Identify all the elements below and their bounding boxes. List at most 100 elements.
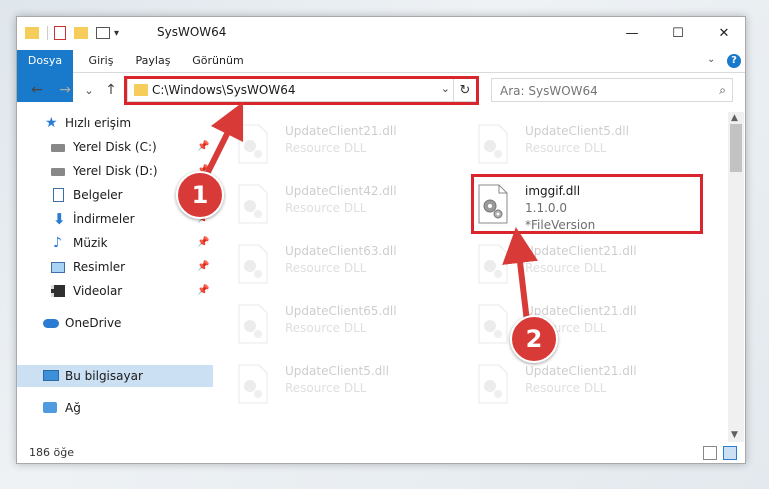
ribbon-tabs: Dosya Giriş Paylaş Görünüm ⌄ ?: [17, 50, 745, 102]
computer-icon: [43, 370, 59, 381]
dll-file-icon: [238, 364, 268, 404]
file-name: UpdateClient42.dll: [285, 184, 397, 198]
sidebar-item-label: Resimler: [73, 260, 126, 274]
folder-icon[interactable]: [25, 27, 39, 39]
customize-dropdown-icon[interactable]: ▾: [114, 28, 119, 39]
star-icon: ★: [45, 115, 58, 131]
sidebar-item-videos[interactable]: Videolar 📌: [17, 280, 213, 302]
dll-file-icon: [238, 124, 268, 164]
list-item[interactable]: UpdateClient21.dll Resource DLL: [457, 238, 687, 290]
file-description: Resource DLL: [285, 201, 367, 215]
file-name: UpdateClient5.dll: [525, 124, 629, 138]
scrollbar-thumb[interactable]: [730, 124, 742, 172]
tab-view[interactable]: Görünüm: [187, 50, 249, 72]
dll-file-icon: [238, 184, 268, 224]
list-item-imggif-dll[interactable]: imggif.dll 1.1.0.0 *FileVersion: [457, 178, 687, 240]
tab-home[interactable]: Giriş: [81, 50, 121, 72]
scroll-down-icon[interactable]: ▼: [731, 430, 738, 440]
file-description: Resource DLL: [525, 381, 607, 395]
file-list: UpdateClient21.dll Resource DLL UpdateCl…: [217, 112, 727, 442]
close-button[interactable]: ✕: [701, 17, 747, 49]
chevron-down-icon[interactable]: ⌄: [441, 82, 450, 95]
pin-icon: 📌: [197, 261, 210, 272]
file-description: Resource DLL: [285, 381, 367, 395]
step-1-badge: 1: [176, 171, 224, 219]
file-version-label: *FileVersion: [525, 218, 596, 232]
sidebar-item-network[interactable]: Ağ: [17, 397, 213, 419]
navigation-pane: ★ Hızlı erişim Yerel Disk (C:) 📌 Yerel D…: [17, 112, 213, 442]
list-item[interactable]: UpdateClient63.dll Resource DLL: [217, 238, 447, 290]
pictures-icon: [51, 262, 65, 273]
dll-file-icon: [238, 244, 268, 284]
new-folder-icon[interactable]: [74, 27, 88, 39]
search-input[interactable]: [498, 82, 702, 100]
back-button[interactable]: ←: [27, 80, 47, 100]
drive-icon: [51, 168, 65, 176]
file-name: UpdateClient63.dll: [285, 244, 397, 258]
drive-icon: [51, 144, 65, 152]
folder-icon: [134, 84, 148, 96]
up-button[interactable]: ↑: [101, 80, 121, 100]
sidebar-item-label: Yerel Disk (C:): [73, 140, 157, 154]
refresh-button[interactable]: ↻: [453, 79, 476, 101]
properties-icon[interactable]: [54, 26, 66, 40]
separator: [47, 26, 48, 40]
address-path[interactable]: C:\Windows\SysWOW64: [152, 83, 296, 97]
sidebar-item-pictures[interactable]: Resimler 📌: [17, 256, 213, 278]
sidebar-item-label: Yerel Disk (D:): [73, 164, 158, 178]
file-description: Resource DLL: [525, 141, 607, 155]
download-icon: ⬇: [53, 210, 66, 228]
address-bar[interactable]: C:\Windows\SysWOW64 ⌄ ↻: [127, 78, 477, 102]
music-icon: ♪: [53, 235, 62, 251]
sidebar-item-label: OneDrive: [65, 316, 122, 330]
sidebar-item-label: Videolar: [73, 284, 123, 298]
list-item[interactable]: UpdateClient21.dll Resource DLL: [457, 358, 687, 410]
details-view-icon[interactable]: [703, 446, 717, 460]
file-description: Resource DLL: [285, 321, 367, 335]
search-icon[interactable]: ⌕: [719, 83, 726, 98]
file-name: imggif.dll: [525, 184, 581, 198]
recent-locations-button[interactable]: ⌄: [79, 80, 99, 100]
file-name: UpdateClient5.dll: [285, 364, 389, 378]
file-description: Resource DLL: [285, 261, 367, 275]
tab-share[interactable]: Paylaş: [129, 50, 177, 72]
list-item[interactable]: UpdateClient42.dll Resource DLL: [217, 178, 447, 230]
list-item[interactable]: UpdateClient21.dll Resource DLL: [217, 118, 447, 170]
sidebar-item-this-pc[interactable]: Bu bilgisayar: [17, 365, 213, 387]
dll-file-icon: [478, 364, 508, 404]
list-item[interactable]: UpdateClient65.dll Resource DLL: [217, 298, 447, 350]
file-description: Resource DLL: [285, 141, 367, 155]
window-title: SysWOW64: [157, 25, 227, 39]
ribbon-expand-icon[interactable]: ⌄: [707, 54, 721, 68]
layout-icon[interactable]: [96, 27, 110, 39]
documents-icon: [53, 188, 64, 202]
maximize-button[interactable]: ☐: [655, 17, 701, 49]
list-item[interactable]: UpdateClient5.dll Resource DLL: [457, 118, 687, 170]
video-icon: [51, 285, 65, 297]
quick-access-toolbar: ▾: [25, 24, 119, 42]
sidebar-item-quick-access[interactable]: ★ Hızlı erişim: [17, 112, 213, 134]
network-icon: [43, 402, 57, 413]
file-name: UpdateClient65.dll: [285, 304, 397, 318]
forward-button[interactable]: →: [55, 80, 75, 100]
sidebar-item-label: Hızlı erişim: [65, 116, 132, 130]
status-bar: 186 öğe: [17, 442, 745, 464]
sidebar-item-local-disk-c[interactable]: Yerel Disk (C:) 📌: [17, 136, 213, 158]
sidebar-item-music[interactable]: ♪ Müzik 📌: [17, 232, 213, 254]
sidebar-item-label: Müzik: [73, 236, 108, 250]
list-item[interactable]: UpdateClient5.dll Resource DLL: [217, 358, 447, 410]
file-name: UpdateClient21.dll: [285, 124, 397, 138]
search-box[interactable]: ⌕: [491, 78, 733, 102]
pin-icon: 📌: [197, 285, 210, 296]
cloud-icon: [43, 319, 59, 328]
list-item[interactable]: UpdateClient21.dll Resource DLL: [457, 298, 687, 350]
explorer-window: ▾ SysWOW64 — ☐ ✕ Dosya Giriş Paylaş Görü…: [16, 16, 746, 464]
vertical-scrollbar[interactable]: ▲ ▼: [728, 112, 744, 442]
scroll-up-icon[interactable]: ▲: [731, 113, 738, 123]
sidebar-item-onedrive[interactable]: OneDrive: [17, 312, 213, 334]
minimize-button[interactable]: —: [609, 17, 655, 49]
dll-file-icon: [238, 304, 268, 344]
help-icon[interactable]: ?: [727, 54, 741, 68]
large-icons-view-icon[interactable]: [723, 446, 737, 460]
pin-icon: 📌: [197, 141, 210, 152]
